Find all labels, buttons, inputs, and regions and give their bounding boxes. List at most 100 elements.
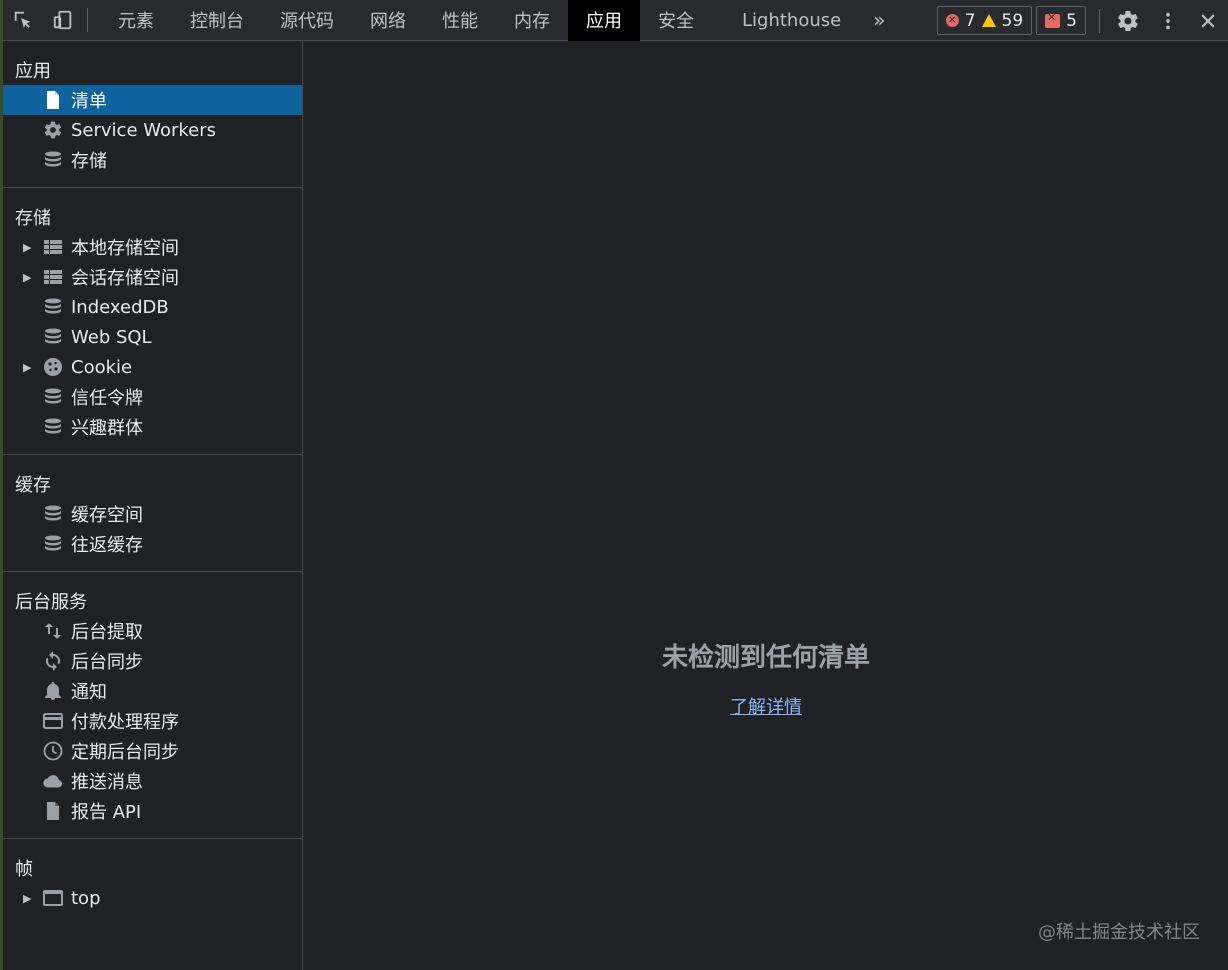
tab-sources[interactable]: 源代码 (262, 0, 352, 41)
sidebar-item-label: 后台提取 (71, 622, 143, 643)
frame-icon (43, 888, 63, 908)
toolbar-separator (1099, 8, 1100, 33)
sidebar-item-indexeddb[interactable]: IndexedDB (3, 292, 302, 322)
sidebar-item-label: 清单 (71, 91, 107, 112)
sidebar-item-label: Web SQL (71, 326, 152, 348)
expand-arrow-icon[interactable]: ▶ (23, 892, 43, 905)
sidebar-item-service-workers[interactable]: Service Workers (3, 115, 302, 145)
toolbar-separator (87, 8, 88, 32)
sidebar-item-cache-storage[interactable]: 缓存空间 (3, 499, 302, 529)
database-icon (43, 417, 63, 437)
section-title: 缓存 (15, 475, 51, 496)
database-icon (43, 327, 63, 347)
errors-count: 7 (964, 10, 976, 31)
cookie-icon (43, 357, 63, 377)
sidebar-item-label: Cookie (71, 356, 133, 378)
sidebar-item-label: 兴趣群体 (71, 418, 143, 439)
sidebar-item-web-sql[interactable]: Web SQL (3, 322, 302, 352)
empty-state-title: 未检测到任何清单 (661, 643, 870, 673)
section-title: 帧 (15, 859, 33, 880)
sidebar-item-notifications[interactable]: 通知 (3, 676, 302, 706)
issues-count: 5 (1066, 10, 1077, 31)
bell-icon (43, 681, 63, 701)
counters: ✕ 7 59 5 (936, 6, 1086, 35)
expand-arrow-icon[interactable]: ▶ (23, 241, 43, 254)
sidebar-item-label: 往返缓存 (71, 535, 143, 556)
database-icon (43, 297, 63, 317)
sidebar-item-label: 信任令牌 (71, 388, 143, 409)
more-vert-icon[interactable] (1148, 0, 1188, 41)
section-cache: 缓存 缓存空间 往返缓存 (3, 455, 302, 572)
gear-icon[interactable] (1108, 0, 1148, 41)
sidebar-item-local-storage[interactable]: ▶ 本地存储空间 (3, 232, 302, 262)
sidebar-item-label: 会话存储空间 (71, 268, 179, 289)
database-icon (43, 534, 63, 554)
sidebar-item-label: Service Workers (71, 119, 217, 141)
expand-arrow-icon[interactable]: ▶ (23, 271, 43, 284)
section-title: 存储 (15, 208, 51, 229)
sidebar-item-label: top (71, 887, 101, 909)
sync-icon (43, 651, 63, 671)
section-frames: 帧 ▶ top (3, 839, 302, 925)
clock-icon (43, 741, 63, 761)
warning-icon (981, 14, 996, 27)
issue-icon (1045, 11, 1061, 28)
sidebar-item-periodic-background-sync[interactable]: 定期后台同步 (3, 736, 302, 766)
sidebar-item-label: 定期后台同步 (71, 742, 179, 763)
close-icon[interactable] (1188, 0, 1228, 41)
section-title: 应用 (15, 61, 51, 82)
table-icon (43, 267, 63, 287)
sidebar-item-label: 后台同步 (71, 652, 143, 673)
sidebar-item-label: 推送消息 (71, 772, 143, 793)
tab-console[interactable]: 控制台 (172, 0, 262, 41)
tab-lighthouse[interactable]: Lighthouse (712, 0, 859, 41)
application-sidebar: 应用 清单 Service Workers 存储 存储 ▶ 本地存储空间 ▶ 会… (3, 41, 303, 970)
warnings-count: 59 (1001, 10, 1024, 31)
console-counts-button[interactable]: ✕ 7 59 (936, 6, 1033, 35)
sidebar-item-back-forward-cache[interactable]: 往返缓存 (3, 529, 302, 559)
sidebar-item-interest-groups[interactable]: 兴趣群体 (3, 412, 302, 442)
tab-performance[interactable]: 性能 (424, 0, 496, 41)
sidebar-item-session-storage[interactable]: ▶ 会话存储空间 (3, 262, 302, 292)
sidebar-item-background-fetch[interactable]: 后台提取 (3, 616, 302, 646)
sidebar-item-label: 缓存空间 (71, 505, 143, 526)
sidebar-item-push-messaging[interactable]: 推送消息 (3, 766, 302, 796)
toolbar-right (1091, 0, 1228, 41)
tab-memory[interactable]: 内存 (496, 0, 568, 41)
sidebar-item-trust-tokens[interactable]: 信任令牌 (3, 382, 302, 412)
tab-network[interactable]: 网络 (352, 0, 424, 41)
sidebar-item-manifest[interactable]: 清单 (3, 85, 302, 115)
tab-application[interactable]: 应用 (568, 0, 640, 41)
sidebar-item-label: 本地存储空间 (71, 238, 179, 259)
sidebar-item-label: 付款处理程序 (71, 712, 179, 733)
learn-more-link[interactable]: 了解详情 (304, 693, 1228, 719)
more-tabs-button[interactable]: » (859, 0, 899, 41)
swap-vert-icon (43, 621, 63, 641)
gear-icon (43, 120, 63, 140)
table-icon (43, 237, 63, 257)
issues-counter-button[interactable]: 5 (1036, 6, 1086, 35)
sidebar-item-frame-top[interactable]: ▶ top (3, 883, 302, 913)
inspect-element-icon[interactable] (3, 0, 43, 41)
sidebar-item-background-sync[interactable]: 后台同步 (3, 646, 302, 676)
devtools-toolbar: 元素 控制台 源代码 网络 性能 内存 应用 安全 Lighthouse » ✕… (3, 0, 1228, 41)
device-toolbar-icon[interactable] (43, 0, 83, 41)
cloud-icon (43, 771, 63, 791)
section-storage: 存储 ▶ 本地存储空间 ▶ 会话存储空间 IndexedDB Web SQL ▶… (3, 188, 302, 455)
tab-elements[interactable]: 元素 (100, 0, 172, 41)
sidebar-item-cookies[interactable]: ▶ Cookie (3, 352, 302, 382)
document-icon (43, 801, 63, 821)
sidebar-item-label: 报告 API (71, 802, 142, 823)
sidebar-item-payment-handler[interactable]: 付款处理程序 (3, 706, 302, 736)
sidebar-item-reporting-api[interactable]: 报告 API (3, 796, 302, 826)
sidebar-item-label: 通知 (71, 682, 107, 703)
tab-security[interactable]: 安全 (640, 0, 712, 41)
section-application: 应用 清单 Service Workers 存储 (3, 41, 302, 188)
error-icon: ✕ (945, 14, 959, 27)
database-icon (43, 387, 63, 407)
credit-card-icon (43, 711, 63, 731)
expand-arrow-icon[interactable]: ▶ (23, 361, 43, 374)
database-icon (43, 150, 63, 170)
sidebar-item-label: 存储 (71, 151, 107, 172)
sidebar-item-storage-overview[interactable]: 存储 (3, 145, 302, 175)
